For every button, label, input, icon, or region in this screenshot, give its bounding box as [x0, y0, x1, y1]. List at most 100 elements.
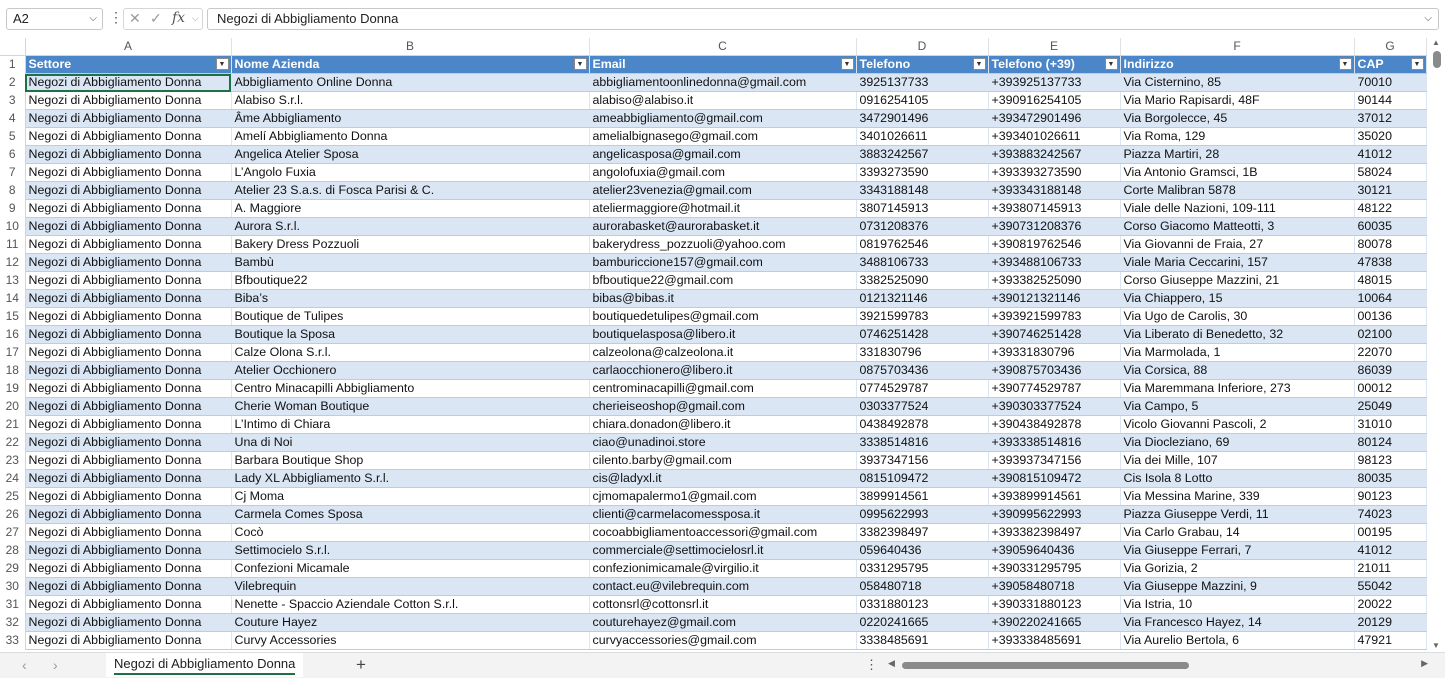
table-cell[interactable]: Via Diocleziano, 69: [1120, 433, 1355, 452]
table-cell[interactable]: +393401026611: [988, 127, 1121, 146]
table-cell[interactable]: +390331880123: [988, 595, 1121, 614]
table-cell[interactable]: +393883242567: [988, 145, 1121, 164]
table-cell[interactable]: Cocò: [231, 523, 590, 542]
table-cell[interactable]: bakerydress_pozzuoli@yahoo.com: [589, 235, 857, 254]
table-cell[interactable]: 0731208376: [856, 217, 989, 236]
column-header-f[interactable]: F: [1120, 38, 1355, 56]
table-cell[interactable]: 86039: [1354, 361, 1427, 380]
row-number[interactable]: 3: [0, 91, 26, 110]
table-cell[interactable]: 0331880123: [856, 595, 989, 614]
cancel-icon[interactable]: ✕: [129, 10, 141, 27]
table-cell[interactable]: 0220241665: [856, 613, 989, 632]
row-number[interactable]: 14: [0, 289, 26, 308]
table-cell[interactable]: Negozi di Abbigliamento Donna: [25, 451, 232, 470]
row-number[interactable]: 12: [0, 253, 26, 272]
table-cell[interactable]: Negozi di Abbigliamento Donna: [25, 307, 232, 326]
row-number[interactable]: 15: [0, 307, 26, 326]
table-cell[interactable]: 20022: [1354, 595, 1427, 614]
table-cell[interactable]: Negozi di Abbigliamento Donna: [25, 415, 232, 434]
column-header-e[interactable]: E: [988, 38, 1121, 56]
table-cell[interactable]: Negozi di Abbigliamento Donna: [25, 595, 232, 614]
table-cell[interactable]: Lady XL Abbigliamento S.r.l.: [231, 469, 590, 488]
table-cell[interactable]: cis@ladyxl.it: [589, 469, 857, 488]
table-cell[interactable]: Confezioni Micamale: [231, 559, 590, 578]
table-cell[interactable]: Negozi di Abbigliamento Donna: [25, 361, 232, 380]
table-cell[interactable]: +393925137733: [988, 73, 1121, 92]
table-cell[interactable]: Bambù: [231, 253, 590, 272]
row-number[interactable]: 8: [0, 181, 26, 200]
table-cell[interactable]: Via dei Mille, 107: [1120, 451, 1355, 470]
table-cell[interactable]: abbigliamentoonlinedonna@gmail.com: [589, 73, 857, 92]
table-cell[interactable]: Via Ugo de Carolis, 30: [1120, 307, 1355, 326]
table-cell[interactable]: Negozi di Abbigliamento Donna: [25, 163, 232, 182]
table-cell[interactable]: Via Borgolecce, 45: [1120, 109, 1355, 128]
table-cell[interactable]: Negozi di Abbigliamento Donna: [25, 73, 232, 92]
header-cell[interactable]: Telefono ▼: [856, 55, 989, 74]
table-cell[interactable]: 3338485691: [856, 631, 989, 650]
table-cell[interactable]: 0995622993: [856, 505, 989, 524]
row-number[interactable]: 30: [0, 577, 26, 596]
chevron-down-icon[interactable]: ⌵: [89, 9, 97, 29]
table-cell[interactable]: 3899914561: [856, 487, 989, 506]
table-cell[interactable]: Viale delle Nazioni, 109-111: [1120, 199, 1355, 218]
table-cell[interactable]: +393899914561: [988, 487, 1121, 506]
table-cell[interactable]: 25049: [1354, 397, 1427, 416]
table-cell[interactable]: +393807145913: [988, 199, 1121, 218]
scroll-down-icon[interactable]: ▼: [1432, 641, 1440, 650]
table-cell[interactable]: 0815109472: [856, 469, 989, 488]
table-cell[interactable]: ciao@unadinoi.store: [589, 433, 857, 452]
table-cell[interactable]: 48122: [1354, 199, 1427, 218]
table-cell[interactable]: contact.eu@vilebrequin.com: [589, 577, 857, 596]
row-number[interactable]: 19: [0, 379, 26, 398]
table-cell[interactable]: +390819762546: [988, 235, 1121, 254]
table-cell[interactable]: Negozi di Abbigliamento Donna: [25, 325, 232, 344]
table-cell[interactable]: Via Antonio Gramsci, 1B: [1120, 163, 1355, 182]
column-header-a[interactable]: A: [25, 38, 232, 56]
table-cell[interactable]: carlaocchionero@libero.it: [589, 361, 857, 380]
table-cell[interactable]: 331830796: [856, 343, 989, 362]
table-cell[interactable]: Negozi di Abbigliamento Donna: [25, 91, 232, 110]
scroll-left-icon[interactable]: ◀: [888, 658, 895, 669]
table-cell[interactable]: bfboutique22@gmail.com: [589, 271, 857, 290]
table-cell[interactable]: 00012: [1354, 379, 1427, 398]
table-cell[interactable]: +390220241665: [988, 613, 1121, 632]
table-cell[interactable]: Via Giuseppe Mazzini, 9: [1120, 577, 1355, 596]
table-cell[interactable]: +393338514816: [988, 433, 1121, 452]
table-cell[interactable]: clienti@carmelacomessposa.it: [589, 505, 857, 524]
enter-check-icon[interactable]: ✓: [150, 10, 162, 27]
table-cell[interactable]: 3883242567: [856, 145, 989, 164]
chevron-down-icon[interactable]: ⌵: [192, 13, 199, 24]
filter-dropdown-icon[interactable]: ▼: [1410, 58, 1424, 70]
table-cell[interactable]: +393393273590: [988, 163, 1121, 182]
row-number[interactable]: 6: [0, 145, 26, 164]
table-cell[interactable]: confezionimicamale@virgilio.it: [589, 559, 857, 578]
table-cell[interactable]: 90123: [1354, 487, 1427, 506]
table-cell[interactable]: 41012: [1354, 541, 1427, 560]
header-cell[interactable]: Telefono (+39) ▼: [988, 55, 1121, 74]
table-cell[interactable]: cherieiseoshop@gmail.com: [589, 397, 857, 416]
table-cell[interactable]: +393488106733: [988, 253, 1121, 272]
table-cell[interactable]: Via Mario Rapisardi, 48F: [1120, 91, 1355, 110]
table-cell[interactable]: 70010: [1354, 73, 1427, 92]
table-cell[interactable]: couturehayez@gmail.com: [589, 613, 857, 632]
table-cell[interactable]: 10064: [1354, 289, 1427, 308]
table-cell[interactable]: 0875703436: [856, 361, 989, 380]
row-number[interactable]: 9: [0, 199, 26, 218]
table-cell[interactable]: 60035: [1354, 217, 1427, 236]
table-cell[interactable]: Atelier Occhionero: [231, 361, 590, 380]
table-cell[interactable]: 3338514816: [856, 433, 989, 452]
row-number[interactable]: 7: [0, 163, 26, 182]
table-cell[interactable]: Negozi di Abbigliamento Donna: [25, 253, 232, 272]
horizontal-scroll-thumb[interactable]: [902, 662, 1189, 669]
filter-dropdown-icon[interactable]: ▼: [215, 58, 229, 70]
table-cell[interactable]: +390995622993: [988, 505, 1121, 524]
table-cell[interactable]: +393937347156: [988, 451, 1121, 470]
table-cell[interactable]: Negozi di Abbigliamento Donna: [25, 127, 232, 146]
table-cell[interactable]: 00136: [1354, 307, 1427, 326]
header-cell[interactable]: Nome Azienda ▼: [231, 55, 590, 74]
table-cell[interactable]: Biba’s: [231, 289, 590, 308]
table-cell[interactable]: Cis Isola 8 Lotto: [1120, 469, 1355, 488]
row-number[interactable]: 33: [0, 631, 26, 650]
table-cell[interactable]: 0746251428: [856, 325, 989, 344]
table-cell[interactable]: atelier23venezia@gmail.com: [589, 181, 857, 200]
